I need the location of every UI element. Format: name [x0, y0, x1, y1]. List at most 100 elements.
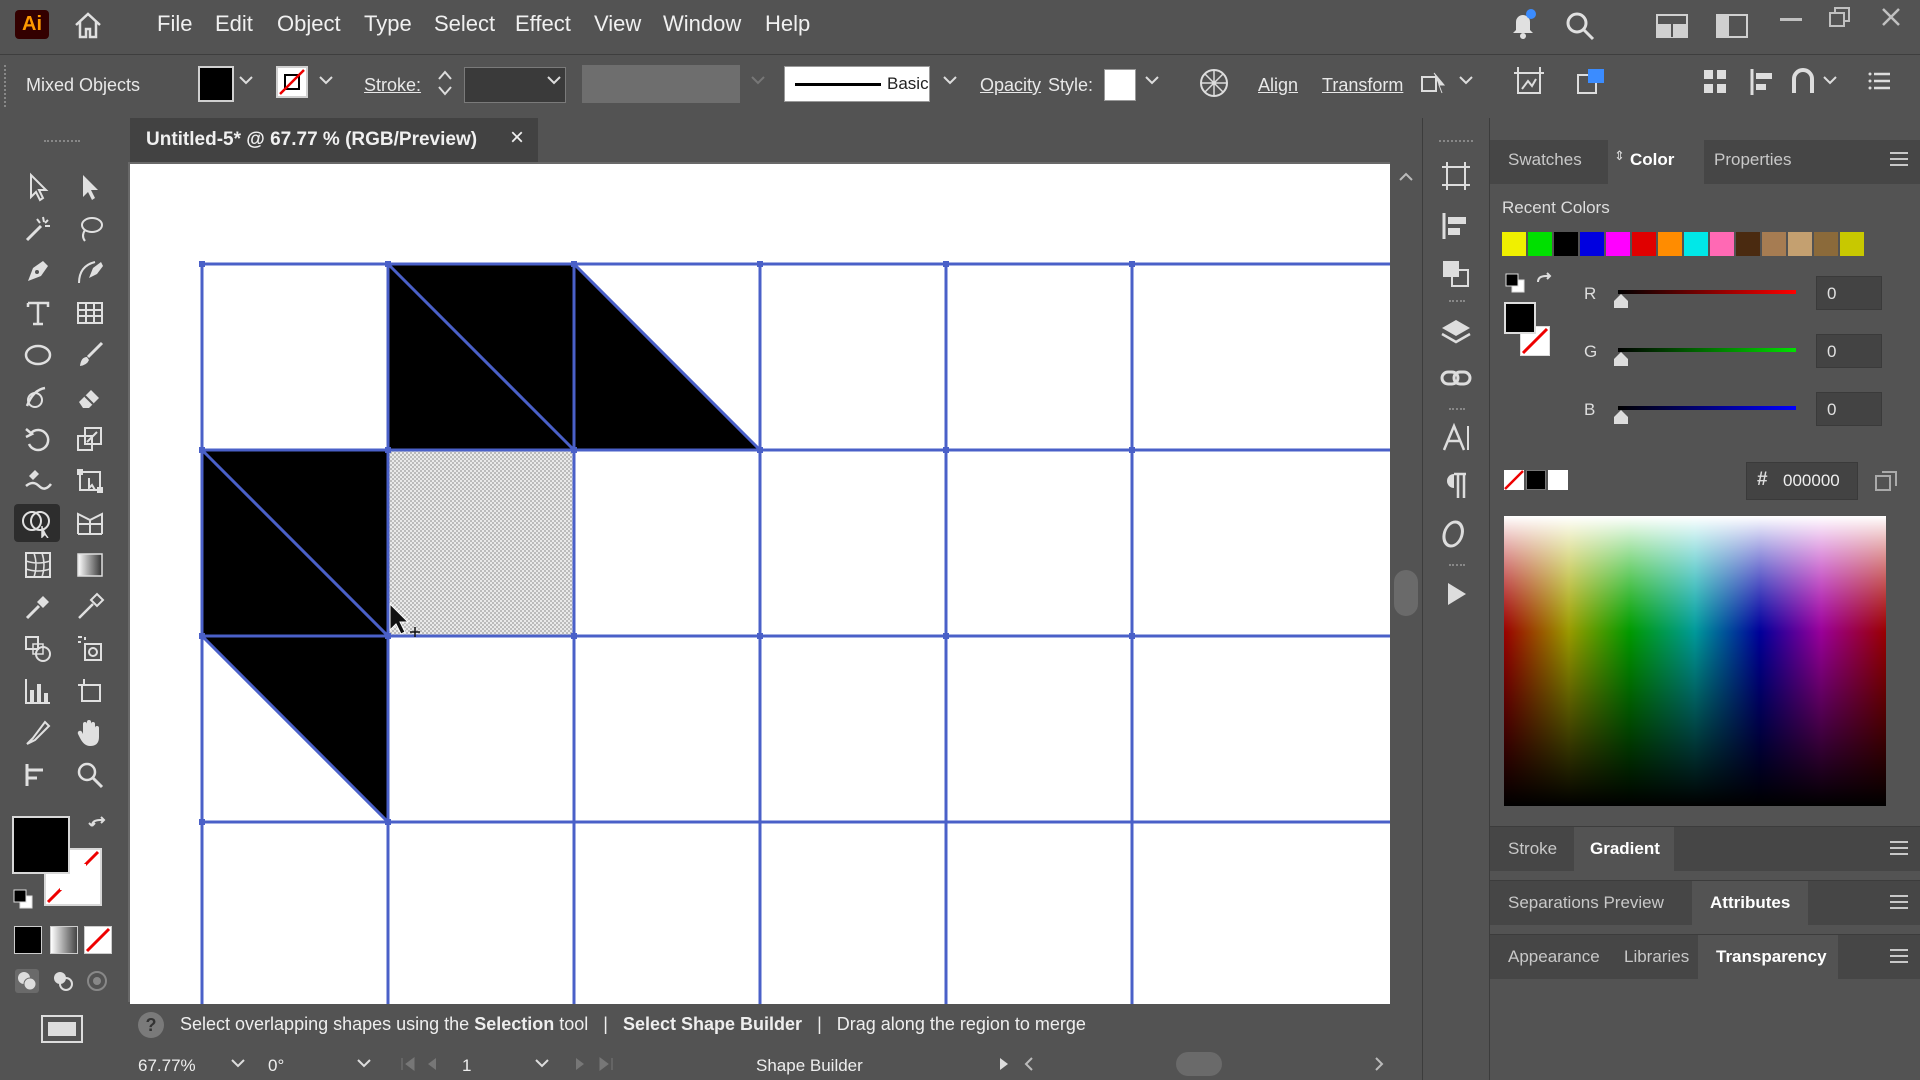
- scroll-up-icon[interactable]: [1398, 172, 1414, 182]
- default-colors-icon[interactable]: [1504, 272, 1526, 294]
- recent-color-swatch[interactable]: [1502, 232, 1526, 256]
- none-color-chip[interactable]: [1504, 470, 1524, 490]
- b-slider-track[interactable]: [1618, 406, 1796, 410]
- panel-menu-icon[interactable]: [1890, 152, 1908, 170]
- prev-artboard-icon[interactable]: [426, 1056, 438, 1072]
- align-link[interactable]: Align: [1258, 75, 1298, 96]
- horizontal-scroll-thumb[interactable]: [1176, 1052, 1222, 1076]
- gradient-mode-icon[interactable]: [50, 926, 78, 954]
- rotate-view-tool-icon[interactable]: [18, 756, 58, 794]
- document-tab[interactable]: Untitled-5* @ 67.77 % (RGB/Preview) ×: [130, 118, 538, 162]
- measure-tool-icon[interactable]: [70, 588, 110, 626]
- menu-window[interactable]: Window: [663, 11, 741, 37]
- scroll-left-icon[interactable]: [1024, 1056, 1034, 1072]
- chevron-down-icon[interactable]: [230, 1058, 246, 1070]
- status-menu-icon[interactable]: [998, 1056, 1010, 1072]
- recent-color-swatch[interactable]: [1840, 232, 1864, 256]
- zoom-level[interactable]: 67.77%: [138, 1056, 196, 1076]
- hex-field[interactable]: # 000000: [1746, 462, 1858, 500]
- actions-panel-icon[interactable]: [1440, 578, 1472, 610]
- toolbar-grip[interactable]: [44, 140, 80, 146]
- select-similar-icon[interactable]: [1420, 69, 1450, 97]
- recent-color-swatch[interactable]: [1528, 232, 1552, 256]
- recent-color-swatch[interactable]: [1736, 232, 1760, 256]
- recent-color-swatch[interactable]: [1762, 232, 1786, 256]
- chevron-down-icon[interactable]: [546, 75, 562, 87]
- minimize-icon[interactable]: [1780, 18, 1802, 22]
- hand-tool-icon[interactable]: [70, 714, 110, 752]
- fill-color-swatch[interactable]: [198, 66, 234, 102]
- variable-width-profile[interactable]: [582, 65, 740, 103]
- draw-normal-icon[interactable]: [14, 968, 40, 994]
- brush-definition[interactable]: Basic: [784, 66, 930, 102]
- fill-swatch-front[interactable]: [12, 816, 70, 874]
- swap-fill-stroke-icon[interactable]: [88, 816, 110, 838]
- zoom-tool-icon[interactable]: [70, 756, 110, 794]
- recent-color-swatch[interactable]: [1632, 232, 1656, 256]
- tab-transparency[interactable]: Transparency: [1716, 947, 1827, 967]
- artboard[interactable]: [130, 164, 1390, 1004]
- chevron-down-icon[interactable]: [1458, 75, 1474, 87]
- tab-attributes[interactable]: Attributes: [1710, 893, 1790, 913]
- b-value-field[interactable]: 0: [1816, 392, 1882, 426]
- tab-gradient[interactable]: Gradient: [1590, 839, 1660, 859]
- links-panel-icon[interactable]: [1440, 362, 1472, 394]
- stroke-label[interactable]: Stroke:: [364, 75, 421, 96]
- none-mode-icon[interactable]: [84, 926, 112, 954]
- menu-file[interactable]: File: [157, 11, 192, 37]
- chevron-down-icon[interactable]: [942, 75, 958, 87]
- panel-menu-icon[interactable]: [1890, 841, 1908, 859]
- color-spectrum[interactable]: [1504, 516, 1886, 806]
- slice-tool-icon[interactable]: [18, 714, 58, 752]
- recent-color-swatch[interactable]: [1684, 232, 1708, 256]
- ellipse-tool-icon[interactable]: [18, 336, 58, 374]
- blend-tool-icon[interactable]: [18, 630, 58, 668]
- menu-type[interactable]: Type: [364, 11, 412, 37]
- pen-tool-icon[interactable]: [18, 252, 58, 290]
- chevron-down-icon[interactable]: [1144, 75, 1160, 87]
- menu-effect[interactable]: Effect: [515, 11, 571, 37]
- align-left-icon[interactable]: [1748, 67, 1778, 97]
- eyedropper-tool-icon[interactable]: [18, 588, 58, 626]
- paragraph-panel-icon[interactable]: [1440, 470, 1472, 502]
- chevron-down-icon[interactable]: [534, 1058, 550, 1070]
- menu-object[interactable]: Object: [277, 11, 341, 37]
- chevron-down-icon[interactable]: [356, 1058, 372, 1070]
- isolate-icon[interactable]: [1574, 65, 1608, 99]
- default-fill-stroke-icon[interactable]: [12, 888, 34, 910]
- warp-tool-icon[interactable]: [18, 462, 58, 500]
- recent-color-swatch[interactable]: [1658, 232, 1682, 256]
- free-transform-tool-icon[interactable]: [70, 462, 110, 500]
- magic-wand-tool-icon[interactable]: [18, 210, 58, 248]
- shape-builder-tool-icon[interactable]: [14, 504, 60, 542]
- mesh-tool-icon[interactable]: [18, 546, 58, 584]
- paintbrush-tool-icon[interactable]: [70, 336, 110, 374]
- black-color-chip[interactable]: [1526, 470, 1546, 490]
- r-value-field[interactable]: 0: [1816, 276, 1882, 310]
- layers-panel-icon[interactable]: [1440, 316, 1472, 348]
- distribute-icon[interactable]: [1700, 67, 1730, 97]
- vertical-scrollbar[interactable]: [1390, 162, 1422, 1044]
- eraser-tool-icon[interactable]: [70, 378, 110, 416]
- recent-color-swatch[interactable]: [1606, 232, 1630, 256]
- recent-color-swatch[interactable]: [1788, 232, 1812, 256]
- white-color-chip[interactable]: [1548, 470, 1568, 490]
- draw-behind-icon[interactable]: [50, 968, 76, 994]
- close-tab-icon[interactable]: ×: [510, 124, 524, 152]
- menu-edit[interactable]: Edit: [215, 11, 253, 37]
- gradient-tool-icon[interactable]: [70, 546, 110, 584]
- search-icon[interactable]: [1564, 10, 1596, 42]
- panel-menu-icon[interactable]: [1890, 949, 1908, 967]
- rotation-angle[interactable]: 0°: [268, 1056, 284, 1076]
- tab-stroke[interactable]: Stroke: [1508, 839, 1557, 859]
- next-artboard-icon[interactable]: [574, 1056, 586, 1072]
- recent-color-swatch[interactable]: [1710, 232, 1734, 256]
- g-value-field[interactable]: 0: [1816, 334, 1882, 368]
- g-slider-track[interactable]: [1618, 348, 1796, 352]
- artboard-options-icon[interactable]: [1512, 65, 1546, 99]
- stroke-weight-stepper-icon[interactable]: [436, 67, 454, 99]
- rotate-tool-icon[interactable]: [18, 420, 58, 458]
- direct-selection-tool-icon[interactable]: [70, 168, 110, 206]
- artboards-panel-icon[interactable]: [1440, 160, 1472, 192]
- help-icon[interactable]: ?: [138, 1012, 164, 1038]
